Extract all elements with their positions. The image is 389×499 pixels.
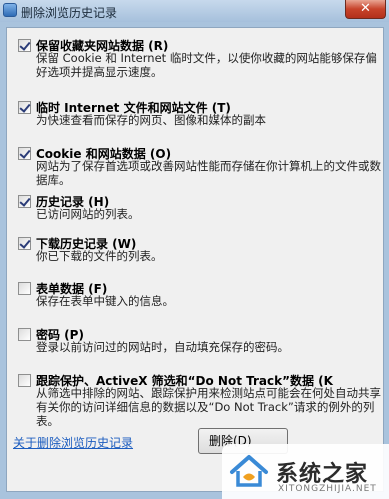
watermark-logo: 系统之家 XITONGZHIJIA.NET xyxy=(222,444,389,499)
option-description: 登录以前访问过的网站时，自动填充保存的密码。 xyxy=(36,340,289,354)
internet-explorer-icon xyxy=(3,3,17,17)
window-title: 删除浏览历史记录 xyxy=(21,6,118,20)
option-description: 为快速查看而保存的网页、图像和媒体的副本 xyxy=(36,113,266,127)
option-description: 网站为了保存首选项或改善网站性能而存储在你计算机上的文件或数据库。 xyxy=(36,159,381,187)
history-checkbox[interactable] xyxy=(18,195,31,208)
house-logo-icon xyxy=(230,455,268,487)
option-description: 保存在表单中键入的信息。 xyxy=(36,294,174,308)
download-history-checkbox[interactable] xyxy=(18,237,31,250)
option-description: 你已下载的文件的列表。 xyxy=(36,249,163,263)
form-data-checkbox[interactable] xyxy=(18,282,31,295)
passwords-checkbox[interactable] xyxy=(18,328,31,341)
tracking-protection-checkbox[interactable] xyxy=(18,374,31,387)
about-delete-history-link[interactable]: 关于删除浏览历史记录 xyxy=(13,434,133,451)
option-description: 保留 Cookie 和 Internet 临时文件，以使你收藏的网站能够保存偏好… xyxy=(36,51,377,79)
cookies-checkbox[interactable] xyxy=(18,147,31,160)
option-description: 从筛选中排除的网站、跟踪保护用来检测站点可能会在何处自动共享有关你的访问详细信息… xyxy=(36,386,381,428)
title-bar: 删除浏览历史记录 ✕ xyxy=(0,0,389,22)
watermark-subtext: XITONGZHIJIA.NET xyxy=(278,484,377,494)
dialog-panel: 保留收藏夹网站数据 (R) 保留 Cookie 和 Internet 临时文件，… xyxy=(6,27,384,492)
close-button[interactable]: ✕ xyxy=(345,0,386,19)
temp-files-checkbox[interactable] xyxy=(18,101,31,114)
preserve-favorites-checkbox[interactable] xyxy=(18,39,31,52)
option-description: 已访问网站的列表。 xyxy=(36,207,140,221)
